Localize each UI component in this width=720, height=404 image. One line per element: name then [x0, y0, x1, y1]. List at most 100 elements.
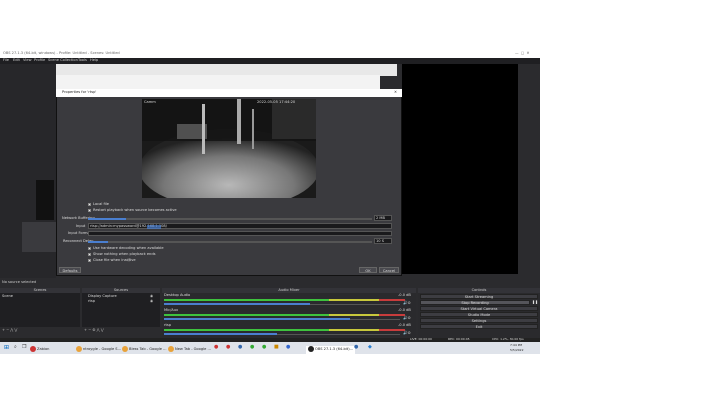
menu-tools[interactable]: Tools	[78, 58, 87, 63]
source-item-rtsp[interactable]: rtsp	[88, 299, 95, 304]
track-name: Mic/Aux	[164, 308, 179, 312]
cpu-status: CPU: 1.2%, 30.00 fps	[492, 337, 524, 341]
pause-icon[interactable]: ❚❚	[532, 300, 538, 305]
window-controls[interactable]: — ▢ ✕	[515, 51, 530, 56]
start-virtual-camera-button[interactable]: Start Virtual Camera	[420, 306, 538, 311]
task-view-icon[interactable]: ❐	[22, 345, 26, 350]
studio-mode-button[interactable]: Studio Mode	[420, 312, 538, 317]
input-format-field[interactable]	[88, 231, 392, 236]
speaker-icon[interactable]: 🔊⚙	[403, 331, 411, 336]
background-window-2	[35, 75, 380, 89]
network-buffering-slider[interactable]	[88, 218, 372, 220]
app-icon[interactable]: ●	[286, 345, 290, 350]
menu-profile[interactable]: Profile	[34, 58, 45, 63]
network-buffering-field[interactable]: 2 MB	[374, 215, 392, 221]
scene-item[interactable]: Scene	[2, 294, 13, 299]
taskbar-app-label: New Tab - Google ...	[175, 347, 211, 351]
camera-timestamp: 2022-05-05 17:44:20	[257, 100, 296, 104]
app-icon[interactable]: ●	[226, 345, 230, 350]
track-name: Desktop Audio	[164, 293, 191, 297]
windows-start-icon[interactable]: ⊞	[4, 345, 9, 351]
menu-edit[interactable]: Edit	[13, 58, 20, 63]
search-icon[interactable]: ⌕	[14, 345, 17, 350]
menu-file[interactable]: File	[3, 58, 9, 63]
obs-icon	[308, 346, 314, 352]
mixer-track: Desktop Audio -0.0 dB 🔊⚙	[162, 293, 416, 307]
meter-yellow	[329, 314, 379, 316]
source-toolbar[interactable]: + − ⚙ ⋀ ⋁	[84, 328, 104, 333]
show-nothing-checkbox[interactable]	[88, 253, 91, 256]
hw-decoding-checkbox[interactable]	[88, 247, 91, 250]
stop-recording-button[interactable]: Stop Recording	[420, 300, 530, 305]
taskbar-app[interactable]: New Tab - Google ...	[168, 346, 211, 356]
taskbar-app[interactable]: ntroygle - Google S...	[76, 346, 121, 356]
speaker-icon[interactable]: 🔊⚙	[403, 316, 411, 321]
chrome-icon	[122, 346, 128, 352]
start-streaming-button[interactable]: Start Streaming	[420, 294, 538, 299]
cancel-button[interactable]: Cancel	[379, 267, 399, 273]
camera-preview: Camm 2022-05-05 17:44:20	[142, 99, 316, 198]
meter-green	[164, 314, 329, 316]
app-icon[interactable]: ●	[214, 345, 218, 350]
hw-decoding-label: Use hardware decoding when available	[93, 246, 164, 250]
taskbar-app-label: OBS 27.1.3 (64-bit)...	[315, 347, 354, 351]
settings-button[interactable]: Settings	[420, 318, 538, 323]
app-icon	[30, 346, 36, 352]
exit-button[interactable]: Exit	[420, 324, 538, 329]
meter-green	[164, 299, 329, 301]
mixer-track: rtsp -0.0 dB 🔊⚙	[162, 323, 416, 337]
meter-red	[379, 314, 405, 316]
input-field[interactable]: rtsp://admin:mypassword@192.168.1.108/	[88, 223, 392, 229]
rec-status: REC: 00:00:45	[448, 337, 470, 341]
volume-level	[164, 318, 351, 320]
info-icon: ⓘ	[127, 258, 131, 262]
audio-mixer: Desktop Audio -0.0 dB 🔊⚙ Mic/Aux -0.0 dB…	[162, 293, 416, 338]
meter-yellow	[329, 329, 379, 331]
reconnect-delay-field[interactable]: 10 S	[374, 238, 392, 244]
title-bar: OBS 27.1.3 (64-bit, windows) - Profile: …	[0, 50, 540, 58]
meter-green	[164, 329, 329, 331]
scene-toolbar[interactable]: + − ⋀ ⋁	[2, 328, 17, 333]
ok-button[interactable]: OK	[359, 267, 377, 273]
track-name: rtsp	[164, 323, 172, 327]
clock-time[interactable]: 7:44 PM	[510, 344, 522, 347]
eye-icon[interactable]: ◉	[150, 299, 153, 304]
scenes-list[interactable]: Scene	[0, 293, 80, 327]
app-icon[interactable]: ●	[238, 345, 242, 350]
input-label: Input	[76, 224, 86, 228]
controls-panel: Start Streaming Stop Recording ❚❚ Start …	[418, 293, 540, 338]
reconnect-delay-slider[interactable]	[88, 241, 372, 243]
menu-scene-collection[interactable]: Scene Collection	[48, 58, 78, 63]
clock-date[interactable]: 5/5/2022	[510, 349, 523, 352]
volume-level	[164, 333, 278, 335]
preview-canvas[interactable]	[402, 64, 518, 274]
volume-level	[164, 303, 311, 305]
vscode-icon[interactable]: ◆	[368, 345, 372, 350]
close-icon[interactable]: ✕	[394, 90, 397, 95]
local-file-checkbox[interactable]	[88, 203, 91, 206]
mixer-track: Mic/Aux -0.0 dB 🔊⚙	[162, 308, 416, 322]
mini-preview	[36, 180, 54, 220]
app-icon[interactable]: ●	[250, 345, 254, 350]
defaults-button[interactable]: Defaults	[59, 267, 81, 273]
window-title: OBS 27.1.3 (64-bit, windows) - Profile: …	[3, 51, 120, 55]
restart-label: Restart playback when source becomes act…	[93, 208, 177, 212]
text-selection	[147, 225, 161, 229]
taskbar-app[interactable]: Zabion	[30, 346, 49, 356]
app-icon[interactable]: ●	[354, 345, 358, 350]
speaker-icon[interactable]: 🔊⚙	[403, 301, 411, 306]
show-nothing-label: Show nothing when playback ends	[93, 252, 156, 256]
app-icon[interactable]: ●	[262, 345, 266, 350]
taskbar-app-label: ntroygle - Google S...	[83, 347, 122, 351]
close-file-checkbox[interactable]	[88, 259, 91, 262]
live-status: LIVE: 00:00:00	[410, 337, 432, 341]
taskbar-app[interactable]: Bless Tab - Google ...	[122, 346, 166, 356]
sources-list[interactable]: Display Capture rtsp ◉ ◉	[82, 293, 160, 327]
chrome-icon	[168, 346, 174, 352]
restart-checkbox[interactable]	[88, 209, 91, 212]
taskbar-app-active[interactable]: OBS 27.1.3 (64-bit)...	[306, 346, 356, 356]
taskbar-app-label: Bless Tab - Google ...	[129, 347, 167, 351]
menu-help[interactable]: Help	[90, 58, 98, 63]
folder-icon[interactable]: ■	[274, 345, 279, 350]
menu-view[interactable]: View	[23, 58, 32, 63]
